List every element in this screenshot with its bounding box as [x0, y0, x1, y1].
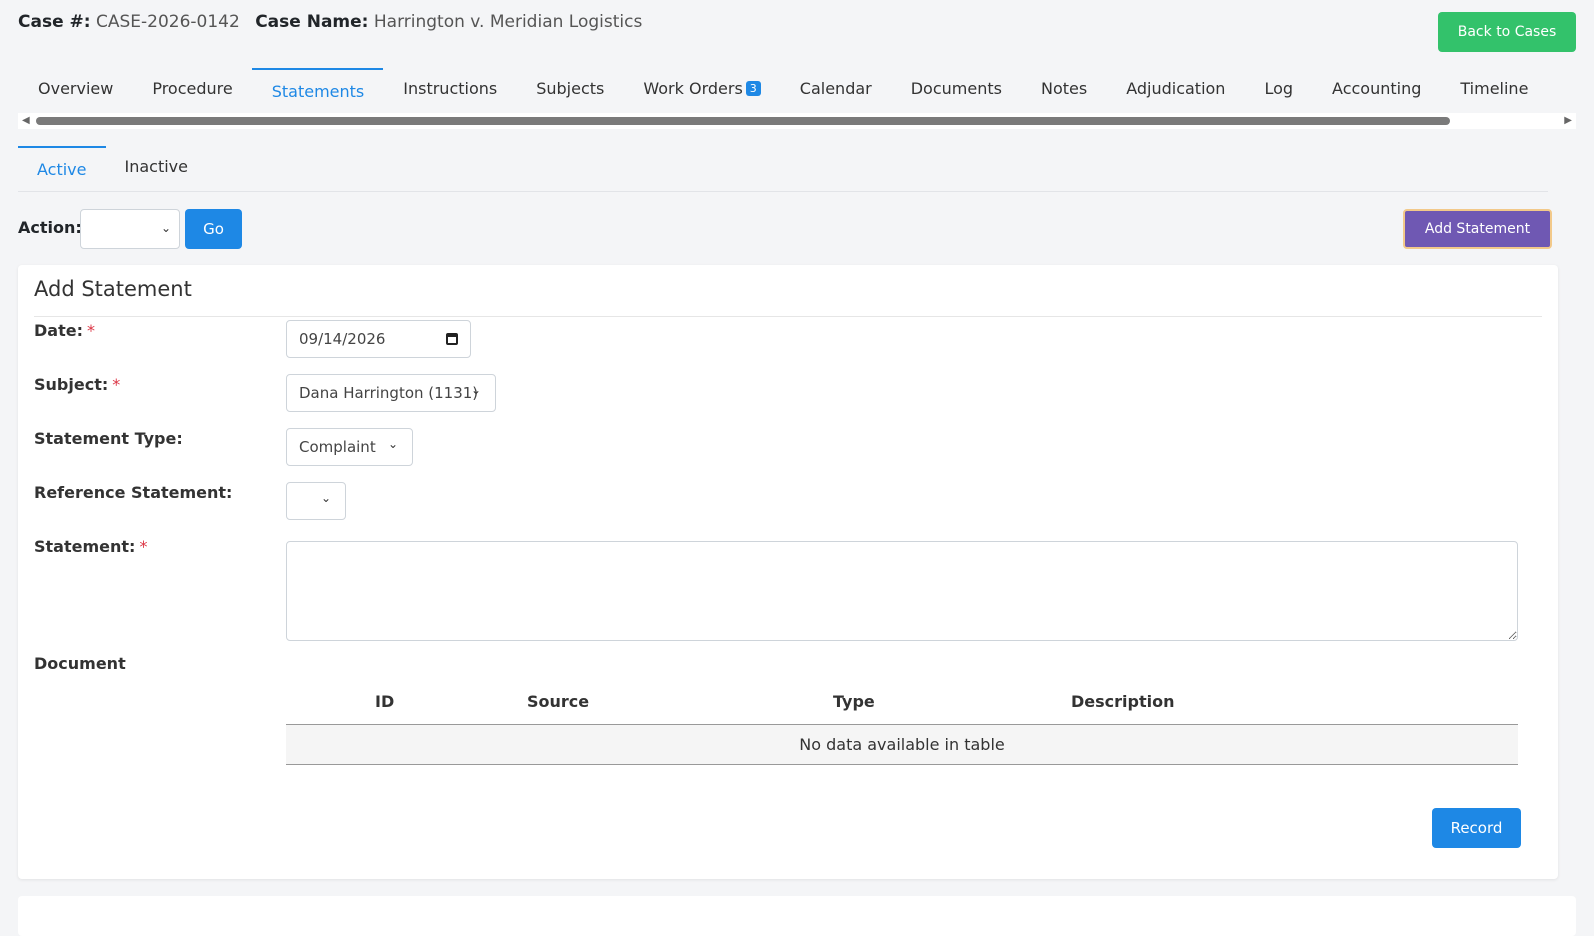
reference-statement-label: Reference Statement: — [34, 483, 233, 502]
work-orders-count-badge: 3 — [745, 81, 761, 96]
column-header-type[interactable]: Type — [832, 680, 1070, 725]
tab-calendar[interactable]: Calendar — [780, 68, 891, 108]
chevron-down-icon: ⌄ — [160, 221, 171, 235]
add-statement-panel: Add Statement Date: * 09/14/2026 Subject:… — [18, 265, 1558, 879]
subtab-inactive[interactable]: Inactive — [106, 146, 208, 192]
subject-select[interactable]: Dana Harrington (1131) ⌄ — [286, 374, 496, 412]
tab-adjudication[interactable]: Adjudication — [1106, 68, 1244, 108]
case-tabs: Overview Procedure Statements Instructions S… — [18, 68, 1576, 108]
document-label: Document — [34, 654, 126, 673]
status-subtabs: Active Inactive — [18, 146, 1548, 192]
tab-notes[interactable]: Notes — [1021, 68, 1106, 108]
date-label: Date: * — [34, 321, 95, 340]
tab-statements[interactable]: Statements — [251, 68, 384, 108]
scroll-right-icon[interactable]: ▶ — [1564, 115, 1572, 126]
tabs-scrollbar[interactable]: ◀ ▶ — [18, 113, 1576, 129]
scrollbar-thumb[interactable] — [36, 117, 1450, 125]
tab-subjects[interactable]: Subjects — [516, 68, 623, 108]
action-label: Action: — [18, 218, 82, 237]
document-table: ID Source Type Description No data avail… — [286, 680, 1518, 765]
required-mark: * — [139, 537, 148, 556]
column-header-source[interactable]: Source — [526, 680, 832, 725]
case-header: Case #: CASE-2026-0142 Case Name: Harrin… — [18, 12, 652, 32]
date-value: 09/14/2026 — [299, 330, 386, 348]
reference-statement-select[interactable]: ⌄ — [286, 482, 346, 520]
chevron-down-icon: ⌄ — [387, 437, 398, 451]
tab-documents[interactable]: Documents — [891, 68, 1021, 108]
statement-type-select[interactable]: Complaint ⌄ — [286, 428, 413, 466]
subject-label: Subject: * — [34, 375, 121, 394]
scroll-left-icon[interactable]: ◀ — [22, 115, 30, 126]
tab-overview[interactable]: Overview — [18, 68, 132, 108]
table-row: No data available in table — [286, 724, 1518, 765]
statement-type-label: Statement Type: — [34, 429, 183, 448]
empty-table-message: No data available in table — [286, 724, 1518, 765]
column-header-id[interactable]: ID — [286, 680, 526, 725]
action-select[interactable]: ⌄ — [80, 209, 180, 249]
calendar-icon[interactable] — [446, 333, 458, 345]
panel-title: Add Statement — [34, 277, 192, 301]
case-number-label: Case #: — [18, 12, 91, 32]
tab-timeline[interactable]: Timeline — [1440, 68, 1547, 108]
statement-type-value: Complaint — [299, 438, 376, 456]
panel-divider — [34, 316, 1542, 317]
tab-accounting[interactable]: Accounting — [1312, 68, 1440, 108]
chevron-down-icon: ⌄ — [320, 491, 331, 505]
tab-procedure[interactable]: Procedure — [132, 68, 251, 108]
required-mark: * — [112, 375, 121, 394]
tab-log[interactable]: Log — [1244, 68, 1312, 108]
chevron-down-icon: ⌄ — [470, 383, 481, 397]
tab-work-orders-label: Work Orders — [643, 79, 743, 98]
go-button[interactable]: Go — [185, 209, 242, 249]
date-input[interactable]: 09/14/2026 — [286, 320, 471, 358]
case-name: Harrington v. Meridian Logistics — [373, 12, 643, 32]
required-mark: * — [86, 321, 95, 340]
table-header-row: ID Source Type Description — [286, 680, 1518, 725]
statement-textarea[interactable] — [286, 541, 1518, 641]
back-to-cases-button[interactable]: Back to Cases — [1438, 12, 1576, 52]
subject-value: Dana Harrington (1131) — [299, 384, 479, 402]
tab-work-orders[interactable]: Work Orders 3 — [623, 68, 779, 108]
case-number: CASE-2026-0142 — [95, 12, 240, 32]
record-button[interactable]: Record — [1432, 808, 1521, 848]
column-header-description[interactable]: Description — [1070, 680, 1518, 725]
case-name-label: Case Name: — [255, 12, 369, 32]
statements-list-panel — [18, 896, 1576, 936]
tab-instructions[interactable]: Instructions — [383, 68, 516, 108]
statement-label: Statement: * — [34, 537, 148, 556]
add-statement-button[interactable]: Add Statement — [1403, 209, 1552, 249]
subtab-active[interactable]: Active — [18, 146, 106, 192]
